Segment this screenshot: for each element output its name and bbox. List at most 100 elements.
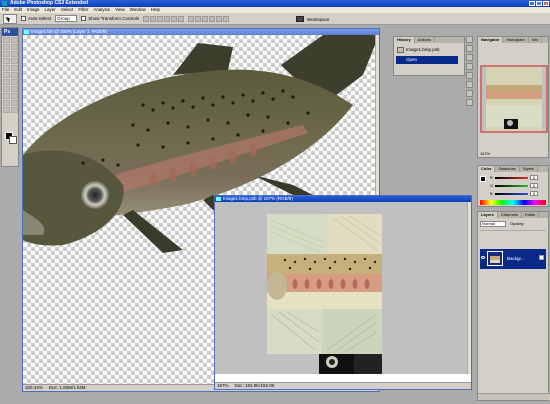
panel-icon-1[interactable] bbox=[466, 36, 473, 43]
align-hcenter-icon[interactable] bbox=[171, 15, 178, 22]
tab-info[interactable]: Info bbox=[529, 37, 543, 43]
document-size-info[interactable]: Doc: 192.0K/192.0K bbox=[235, 383, 275, 389]
zoom-level[interactable]: 167% bbox=[217, 383, 229, 389]
lock-icon bbox=[539, 255, 544, 260]
hand-tool-icon[interactable] bbox=[3, 107, 10, 113]
slider-red[interactable]: R 0 bbox=[490, 175, 538, 180]
blur-tool-icon[interactable] bbox=[3, 79, 10, 85]
tab-swatches[interactable]: Swatches bbox=[495, 166, 520, 172]
layer-background[interactable]: Backgr... bbox=[480, 249, 546, 269]
show-transform-checkbox[interactable] bbox=[81, 16, 87, 21]
eyedropper-tool-icon[interactable] bbox=[11, 100, 18, 106]
align-top-icon[interactable] bbox=[143, 15, 150, 22]
slice-tool-icon[interactable] bbox=[11, 51, 18, 57]
tab-history[interactable]: History bbox=[394, 37, 415, 43]
auto-select-option[interactable]: Auto-Select bbox=[21, 16, 51, 21]
marquee-tool-icon[interactable] bbox=[11, 37, 18, 43]
crop-tool-icon[interactable] bbox=[3, 51, 10, 57]
green-value[interactable]: 0 bbox=[530, 183, 538, 188]
distribute-bottom-icon[interactable] bbox=[202, 15, 209, 22]
history-state-open[interactable]: Open bbox=[396, 56, 458, 64]
navigator-panel-tabs: Navigator Histogram Info bbox=[478, 37, 548, 43]
tab-actions[interactable]: Actions bbox=[415, 37, 435, 43]
align-right-icon[interactable] bbox=[178, 15, 185, 22]
green-slider-track[interactable] bbox=[495, 184, 528, 187]
collapsed-panel-icons bbox=[466, 36, 473, 106]
show-transform-option[interactable]: Show Transform Controls bbox=[81, 16, 139, 21]
texture-canvas[interactable] bbox=[215, 202, 471, 374]
red-value[interactable]: 0 bbox=[530, 175, 538, 180]
document-icon bbox=[24, 30, 29, 34]
panel-icon-6[interactable] bbox=[466, 81, 473, 88]
panel-icon-2[interactable] bbox=[466, 45, 473, 52]
auto-select-checkbox[interactable] bbox=[21, 16, 26, 21]
blue-slider-track[interactable] bbox=[494, 192, 528, 195]
align-buttons bbox=[143, 15, 185, 22]
workspace-button[interactable]: Workspace bbox=[296, 15, 336, 23]
close-button[interactable]: × bbox=[543, 1, 549, 6]
tab-paths[interactable]: Paths bbox=[522, 212, 540, 218]
navigator-zoom[interactable]: 167% bbox=[480, 151, 490, 156]
slider-green[interactable]: G 0 bbox=[490, 183, 538, 188]
history-item-label: Image1.bmp.psb bbox=[406, 47, 440, 52]
tool-preset-picker[interactable] bbox=[3, 13, 17, 24]
dodge-tool-icon[interactable] bbox=[11, 79, 18, 85]
tab-channels[interactable]: Channels bbox=[498, 212, 522, 218]
gradient-tool-icon[interactable] bbox=[11, 72, 18, 78]
pen-tool-icon[interactable] bbox=[3, 86, 10, 92]
type-tool-icon[interactable] bbox=[11, 86, 18, 92]
distribute-top-icon[interactable] bbox=[188, 15, 195, 22]
background-color-swatch[interactable] bbox=[9, 136, 17, 144]
blend-mode-dropdown[interactable]: Normal bbox=[480, 221, 506, 227]
distribute-vcenter-icon[interactable] bbox=[195, 15, 202, 22]
maximize-button[interactable]: □ bbox=[536, 1, 542, 6]
align-vcenter-icon[interactable] bbox=[150, 15, 157, 22]
tab-navigator[interactable]: Navigator bbox=[478, 37, 504, 43]
tab-styles[interactable]: Styles bbox=[520, 166, 538, 172]
navigator-preview[interactable] bbox=[480, 65, 548, 133]
shape-tool-icon[interactable] bbox=[11, 93, 18, 99]
eraser-tool-icon[interactable] bbox=[3, 72, 10, 78]
distribute-right-icon[interactable] bbox=[223, 15, 230, 22]
tool-grid bbox=[2, 36, 18, 114]
color-fg-swatch[interactable] bbox=[480, 176, 486, 182]
panel-icon-8[interactable] bbox=[466, 99, 473, 106]
move-tool-icon[interactable] bbox=[3, 37, 10, 43]
path-selection-tool-icon[interactable] bbox=[3, 93, 10, 99]
layer-name: Backgr... bbox=[507, 256, 525, 261]
distribute-left-icon[interactable] bbox=[209, 15, 216, 22]
history-snapshot[interactable]: Image1.bmp.psb bbox=[396, 46, 458, 54]
distribute-hcenter-icon[interactable] bbox=[216, 15, 223, 22]
red-slider-track[interactable] bbox=[494, 176, 528, 179]
brush-tool-icon[interactable] bbox=[11, 58, 18, 64]
document-size-info[interactable]: Doc: 1.00M/1.04M bbox=[49, 385, 86, 391]
auto-select-dropdown[interactable]: Group bbox=[55, 15, 78, 22]
history-brush-tool-icon[interactable] bbox=[11, 65, 18, 71]
panel-icon-4[interactable] bbox=[466, 63, 473, 70]
align-left-icon[interactable] bbox=[164, 15, 171, 22]
color-panel-tabs: Color Swatches Styles bbox=[478, 166, 548, 172]
zoom-tool-icon[interactable] bbox=[11, 107, 18, 113]
visibility-eye-icon[interactable] bbox=[481, 256, 485, 259]
align-bottom-icon[interactable] bbox=[157, 15, 164, 22]
clone-stamp-tool-icon[interactable] bbox=[3, 65, 10, 71]
window-controls: _ □ × bbox=[529, 1, 549, 6]
navigator-panel: Navigator Histogram Info 167% bbox=[477, 36, 549, 158]
lasso-tool-icon[interactable] bbox=[3, 44, 10, 50]
panel-icon-5[interactable] bbox=[466, 72, 473, 79]
slider-blue[interactable]: B 0 bbox=[490, 191, 538, 196]
show-transform-label: Show Transform Controls bbox=[88, 16, 140, 21]
blue-value[interactable]: 0 bbox=[530, 191, 538, 196]
tab-histogram[interactable]: Histogram bbox=[503, 37, 529, 43]
minimize-button[interactable]: _ bbox=[529, 1, 535, 6]
notes-tool-icon[interactable] bbox=[3, 100, 10, 106]
color-spectrum-ramp[interactable] bbox=[480, 200, 546, 205]
zoom-level[interactable]: 100.44% bbox=[25, 385, 43, 391]
tab-color[interactable]: Color bbox=[478, 166, 496, 172]
panel-icon-3[interactable] bbox=[466, 54, 473, 61]
vertical-scrollbar[interactable] bbox=[467, 202, 471, 374]
magic-wand-tool-icon[interactable] bbox=[11, 44, 18, 50]
tab-layers[interactable]: Layers bbox=[478, 212, 498, 218]
healing-brush-tool-icon[interactable] bbox=[3, 58, 10, 64]
panel-icon-7[interactable] bbox=[466, 90, 473, 97]
